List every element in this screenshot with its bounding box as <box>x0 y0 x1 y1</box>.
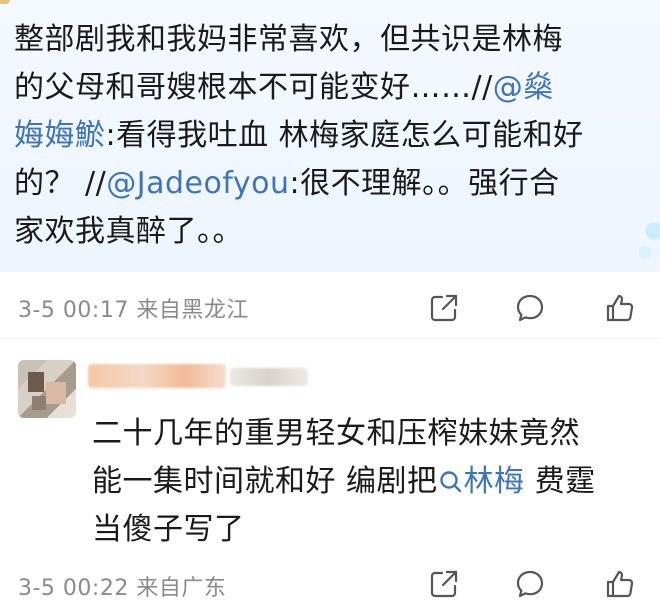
reply-line: 能一集时间就和好 编剧把 林梅 费霆 <box>92 464 596 499</box>
mention-link[interactable]: @燊 <box>493 70 554 105</box>
comment-button[interactable] <box>514 292 546 324</box>
post-line: 家欢我真醉了。。 <box>14 214 243 249</box>
post-line: 的父母和哥嫂根本不可能变好……//@燊 <box>14 70 554 105</box>
username-redacted[interactable] <box>88 364 226 388</box>
post-line: 的？ //@Jadeofyou:很不理解。。强行合 <box>14 166 560 201</box>
share-button[interactable] <box>428 568 460 600</box>
like-icon <box>606 294 634 322</box>
reply-actions <box>0 568 660 608</box>
share-icon <box>430 570 458 598</box>
reply-text: 二十几年的重男轻女和压榨妹妹竟然 能一集时间就和好 编剧把 林梅 费霆 当傻子写了 <box>92 410 652 554</box>
avatar[interactable] <box>18 360 76 418</box>
comment-button[interactable] <box>514 568 546 600</box>
search-icon <box>438 462 464 493</box>
topic-link[interactable]: 林梅 <box>438 464 525 499</box>
post-line: 整部剧我和我妈非常喜欢，但共识是林梅 <box>14 22 563 57</box>
mention-link[interactable]: 娒娒鯲 <box>14 118 106 153</box>
user-badge-redacted <box>230 368 308 386</box>
post-line: 娒娒鯲:看得我吐血 林梅家庭怎么可能和好 <box>14 118 584 153</box>
share-button[interactable] <box>428 292 460 324</box>
original-post: 整部剧我和我妈非常喜欢，但共识是林梅 的父母和哥嫂根本不可能变好……//@燊 娒… <box>0 0 660 272</box>
post-text: 整部剧我和我妈非常喜欢，但共识是林梅 的父母和哥嫂根本不可能变好……//@燊 娒… <box>14 16 652 256</box>
reply-line: 当傻子写了 <box>92 512 245 547</box>
reply-line: 二十几年的重男轻女和压榨妹妹竟然 <box>92 416 580 451</box>
post-actions <box>0 292 660 332</box>
corner-decoration <box>0 0 10 4</box>
mention-link[interactable]: @Jadeofyou <box>106 166 289 201</box>
like-button[interactable] <box>604 568 636 600</box>
comment-icon <box>516 294 544 322</box>
like-button[interactable] <box>604 292 636 324</box>
comment-icon <box>516 570 544 598</box>
like-icon <box>606 570 634 598</box>
divider <box>0 338 660 339</box>
share-icon <box>430 294 458 322</box>
